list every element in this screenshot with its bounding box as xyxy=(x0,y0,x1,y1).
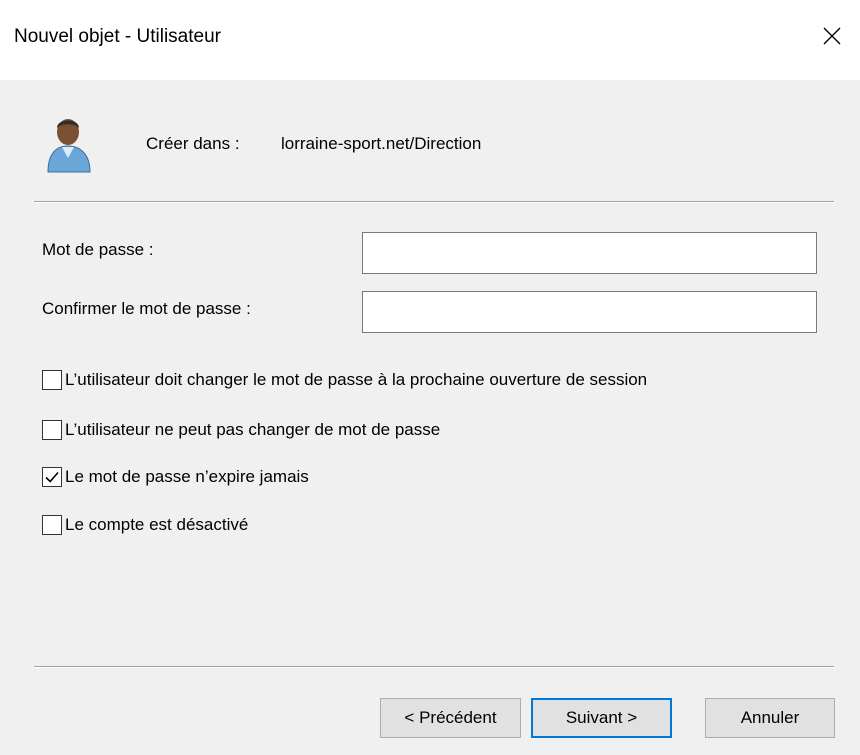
cancel-button[interactable]: Annuler xyxy=(705,698,835,738)
checkmark-icon xyxy=(45,471,59,483)
window-title: Nouvel objet - Utilisateur xyxy=(14,26,221,47)
checkbox-label: Le mot de passe n’expire jamais xyxy=(65,467,309,486)
checkbox-label: L’utilisateur doit changer le mot de pas… xyxy=(65,370,648,389)
create-in-label: Créer dans : xyxy=(146,134,240,153)
checkbox[interactable] xyxy=(42,515,62,535)
checkbox[interactable] xyxy=(42,370,62,390)
container-path: lorraine-sport.net/Direction xyxy=(281,134,482,153)
cannot-change-password-option[interactable]: L’utilisateur ne peut pas changer de mot… xyxy=(42,420,440,440)
header-divider xyxy=(34,201,834,203)
close-icon xyxy=(823,27,841,45)
dialog-body xyxy=(0,80,860,755)
account-disabled-option[interactable]: Le compte est désactivé xyxy=(42,515,248,535)
confirm-password-label: Confirmer le mot de passe : xyxy=(42,299,251,318)
previous-button[interactable]: < Précédent xyxy=(380,698,521,738)
password-never-expires-option[interactable]: Le mot de passe n’expire jamais xyxy=(42,467,309,487)
checkbox-label: L’utilisateur ne peut pas changer de mot… xyxy=(65,420,441,439)
title-bar: Nouvel objet - Utilisateur xyxy=(0,0,860,80)
checkbox-label: Le compte est désactivé xyxy=(65,515,249,534)
close-button[interactable] xyxy=(804,10,860,62)
password-input[interactable] xyxy=(362,232,817,274)
password-label: Mot de passe : xyxy=(42,240,154,259)
footer-divider xyxy=(34,666,834,668)
checkbox[interactable] xyxy=(42,420,62,440)
user-icon xyxy=(47,119,91,173)
must-change-password-option[interactable]: L’utilisateur doit changer le mot de pas… xyxy=(42,370,647,390)
confirm-password-input[interactable] xyxy=(362,291,817,333)
checkbox[interactable] xyxy=(42,467,62,487)
next-button[interactable]: Suivant > xyxy=(531,698,672,738)
